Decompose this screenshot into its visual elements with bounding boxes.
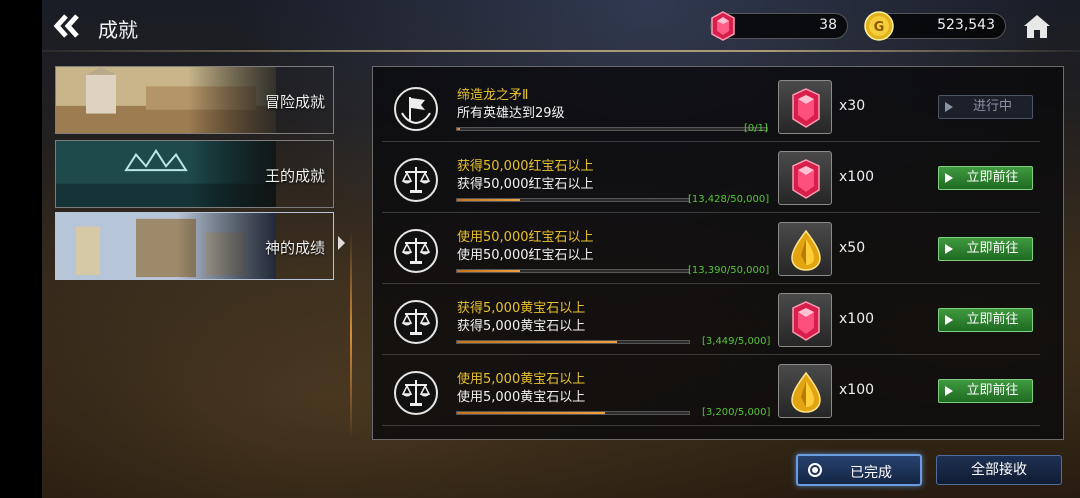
- progress-count: [13,390/50,000]: [688, 265, 770, 276]
- progress-count: [3,200/5,000]: [702, 407, 771, 418]
- tab-god-label: 神的成绩: [264, 239, 325, 257]
- reward-slot[interactable]: [778, 364, 832, 418]
- ruby-gem-icon: [779, 88, 833, 139]
- scales-emblem-icon: [393, 370, 439, 416]
- scales-emblem-icon: [393, 299, 439, 345]
- reward-slot[interactable]: [778, 151, 832, 205]
- topaz-gem-icon: [779, 229, 833, 281]
- in-progress-button[interactable]: 进行中: [938, 95, 1033, 119]
- tab-adventure-label: 冒险成就: [264, 93, 325, 111]
- ruby-counter: 38: [710, 11, 848, 41]
- ruby-gem-icon: [779, 159, 833, 210]
- reward-slot[interactable]: [778, 222, 832, 276]
- reward-quantity: x100: [839, 311, 875, 327]
- action-label: 进行中: [972, 99, 1012, 114]
- tab-adventure[interactable]: 冒险成就: [55, 66, 334, 134]
- flag-emblem-icon: [393, 86, 439, 132]
- achievement-description: 使用50,000红宝石以上: [457, 248, 594, 263]
- progress-bar: [456, 340, 690, 344]
- progress-fill: [457, 128, 461, 130]
- achievement-description: 所有英雄达到29级: [457, 106, 565, 121]
- reward-quantity: x50: [839, 240, 866, 256]
- progress-bar: [456, 198, 690, 202]
- play-arrow-icon: [945, 315, 953, 325]
- reward-quantity: x30: [839, 98, 866, 114]
- home-icon: [1024, 15, 1050, 38]
- ruby-count: 38: [819, 17, 837, 33]
- ruby-gem-icon: [711, 11, 735, 41]
- progress-count: [0/1]: [744, 123, 768, 134]
- achievement-row: 使用50,000红宝石以上 使用50,000红宝石以上 [13,390/50,000…: [382, 216, 1040, 284]
- progress-bar: [456, 127, 768, 131]
- glow-divider: [350, 230, 352, 440]
- achievement-name: 使用50,000红宝石以上: [457, 230, 594, 245]
- go-now-button[interactable]: 立即前往: [938, 166, 1033, 190]
- header-divider: [42, 50, 1080, 52]
- radio-icon: [808, 463, 822, 477]
- gold-coin-icon: G: [864, 11, 894, 41]
- double-chevron-left-icon: [53, 14, 79, 38]
- reward-slot[interactable]: [778, 293, 832, 347]
- achievement-name: 使用5,000黄宝石以上: [457, 372, 586, 387]
- achievement-row: 获得5,000黄宝石以上 获得5,000黄宝石以上 [3,449/5,000] x10…: [382, 287, 1040, 355]
- achievement-description: 获得5,000黄宝石以上: [457, 319, 586, 334]
- claim-all-button[interactable]: 全部接收: [936, 455, 1062, 485]
- progress-fill: [457, 412, 606, 414]
- screen-edge: [0, 0, 42, 498]
- gold-counter: G 523,543: [864, 11, 1006, 41]
- completed-label: 已完成: [850, 465, 892, 481]
- action-label: 立即前往: [966, 241, 1019, 256]
- temple-art-image: [56, 213, 276, 279]
- progress-fill: [457, 270, 520, 272]
- achievement-description: 使用5,000黄宝石以上: [457, 390, 586, 405]
- go-now-button[interactable]: 立即前往: [938, 308, 1033, 332]
- play-arrow-icon: [945, 173, 953, 183]
- crown-art-image: [56, 141, 276, 207]
- castle-art-image: [56, 67, 276, 133]
- progress-bar: [456, 411, 690, 415]
- reward-quantity: x100: [839, 382, 875, 398]
- action-label: 立即前往: [966, 170, 1019, 185]
- progress-fill: [457, 341, 618, 343]
- play-arrow-icon: [945, 102, 953, 112]
- progress-count: [13,428/50,000]: [688, 194, 770, 205]
- go-now-button[interactable]: 立即前往: [938, 379, 1033, 403]
- tab-god[interactable]: 神的成绩: [55, 212, 334, 280]
- reward-quantity: x100: [839, 169, 875, 185]
- achievement-description: 获得50,000红宝石以上: [457, 177, 594, 192]
- achievement-row: 获得50,000红宝石以上 获得50,000红宝石以上 [13,428/50,000…: [382, 145, 1040, 213]
- play-arrow-icon: [945, 244, 953, 254]
- progress-bar: [456, 269, 690, 273]
- achievement-name: 获得50,000红宝石以上: [457, 159, 594, 174]
- tab-king[interactable]: 王的成就: [55, 140, 334, 208]
- back-button[interactable]: [52, 12, 82, 40]
- gold-count: 523,543: [937, 17, 995, 33]
- tab-king-label: 王的成就: [264, 167, 325, 185]
- achievement-name: 缔造龙之矛Ⅱ: [457, 88, 529, 103]
- completed-toggle-button[interactable]: 已完成: [796, 454, 922, 486]
- achievement-row: 缔造龙之矛Ⅱ 所有英雄达到29级 [0/1] x30 进行中: [382, 74, 1040, 142]
- scales-emblem-icon: [393, 157, 439, 203]
- page-title: 成就: [98, 18, 138, 42]
- ruby-gem-icon: [779, 301, 833, 352]
- progress-count: [3,449/5,000]: [702, 336, 771, 347]
- active-tab-arrow-icon: [338, 236, 345, 250]
- achievement-row: 使用5,000黄宝石以上 使用5,000黄宝石以上 [3,200/5,000] x10…: [382, 358, 1040, 426]
- home-button[interactable]: [1022, 12, 1052, 40]
- go-now-button[interactable]: 立即前往: [938, 237, 1033, 261]
- action-label: 立即前往: [966, 383, 1019, 398]
- topaz-gem-icon: [779, 371, 833, 423]
- action-label: 立即前往: [966, 312, 1019, 327]
- progress-fill: [457, 199, 520, 201]
- reward-slot[interactable]: [778, 80, 832, 134]
- svg-text:G: G: [874, 20, 885, 35]
- scales-emblem-icon: [393, 228, 439, 274]
- play-arrow-icon: [945, 386, 953, 396]
- achievement-name: 获得5,000黄宝石以上: [457, 301, 586, 316]
